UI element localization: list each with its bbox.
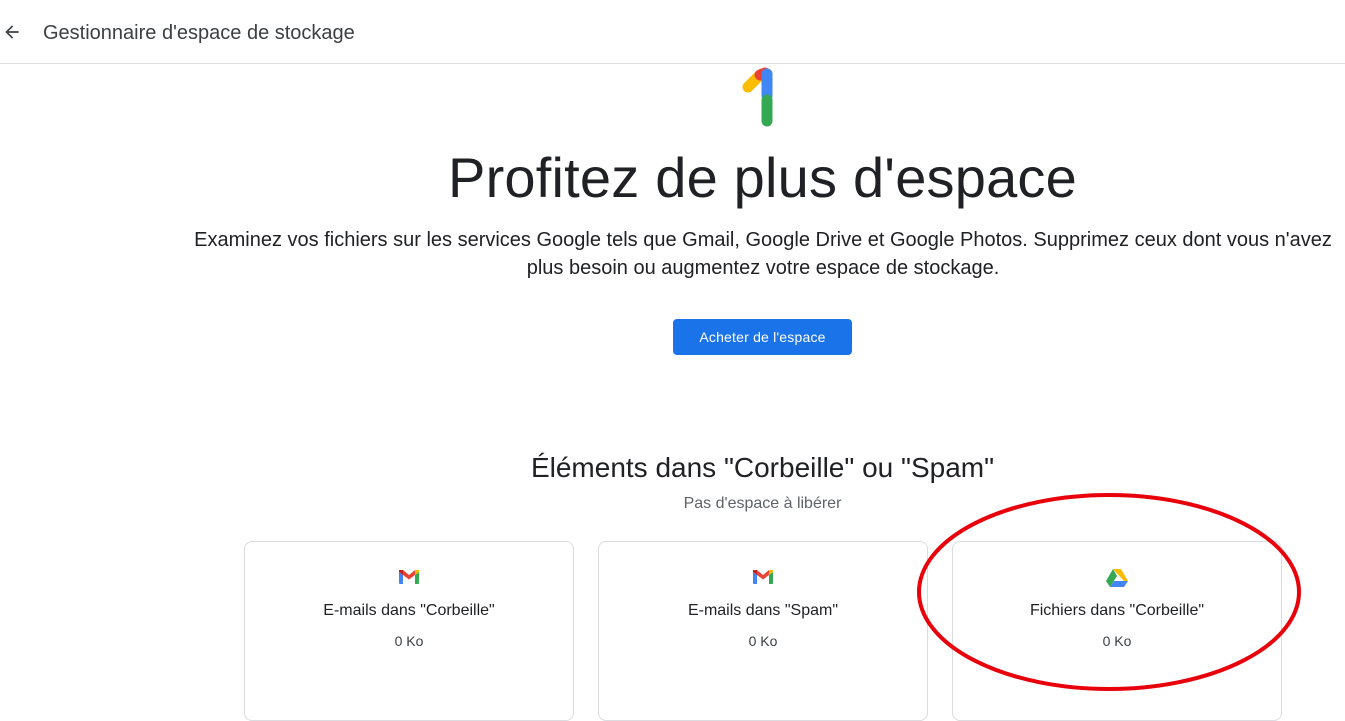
card-title: E-mails dans "Corbeille" xyxy=(323,602,495,619)
gmail-icon xyxy=(753,570,773,584)
arrow-back-icon xyxy=(5,25,19,39)
card-title: Fichiers dans "Corbeille" xyxy=(1029,602,1205,619)
google-one-logo xyxy=(742,67,773,127)
gmail-icon xyxy=(399,570,419,584)
hero-description: Examinez vos fichiers sur les services G… xyxy=(194,229,1332,279)
card-size: 0 Ko xyxy=(394,633,424,649)
hero-title: Profitez de plus d'espace xyxy=(448,146,1077,209)
card-size: 0 Ko xyxy=(748,633,778,649)
buy-storage-button[interactable]: Acheter de l'espace xyxy=(673,319,852,355)
section-title: Éléments dans "Corbeille" ou "Spam" xyxy=(530,452,995,483)
back-button[interactable] xyxy=(0,18,24,46)
card-gmail-trash[interactable]: E-mails dans "Corbeille" 0 Ko xyxy=(244,541,574,721)
google-drive-icon xyxy=(1106,569,1128,587)
card-title: E-mails dans "Spam" xyxy=(687,602,839,619)
section-subtitle: Pas d'espace à libérer xyxy=(683,495,842,512)
top-app-bar: Gestionnaire d'espace de stockage xyxy=(0,0,1345,64)
card-drive-trash[interactable]: Fichiers dans "Corbeille" 0 Ko xyxy=(952,541,1282,721)
card-gmail-spam[interactable]: E-mails dans "Spam" 0 Ko xyxy=(598,541,928,721)
card-size: 0 Ko xyxy=(1102,633,1132,649)
page-title: Gestionnaire d'espace de stockage xyxy=(43,22,355,44)
